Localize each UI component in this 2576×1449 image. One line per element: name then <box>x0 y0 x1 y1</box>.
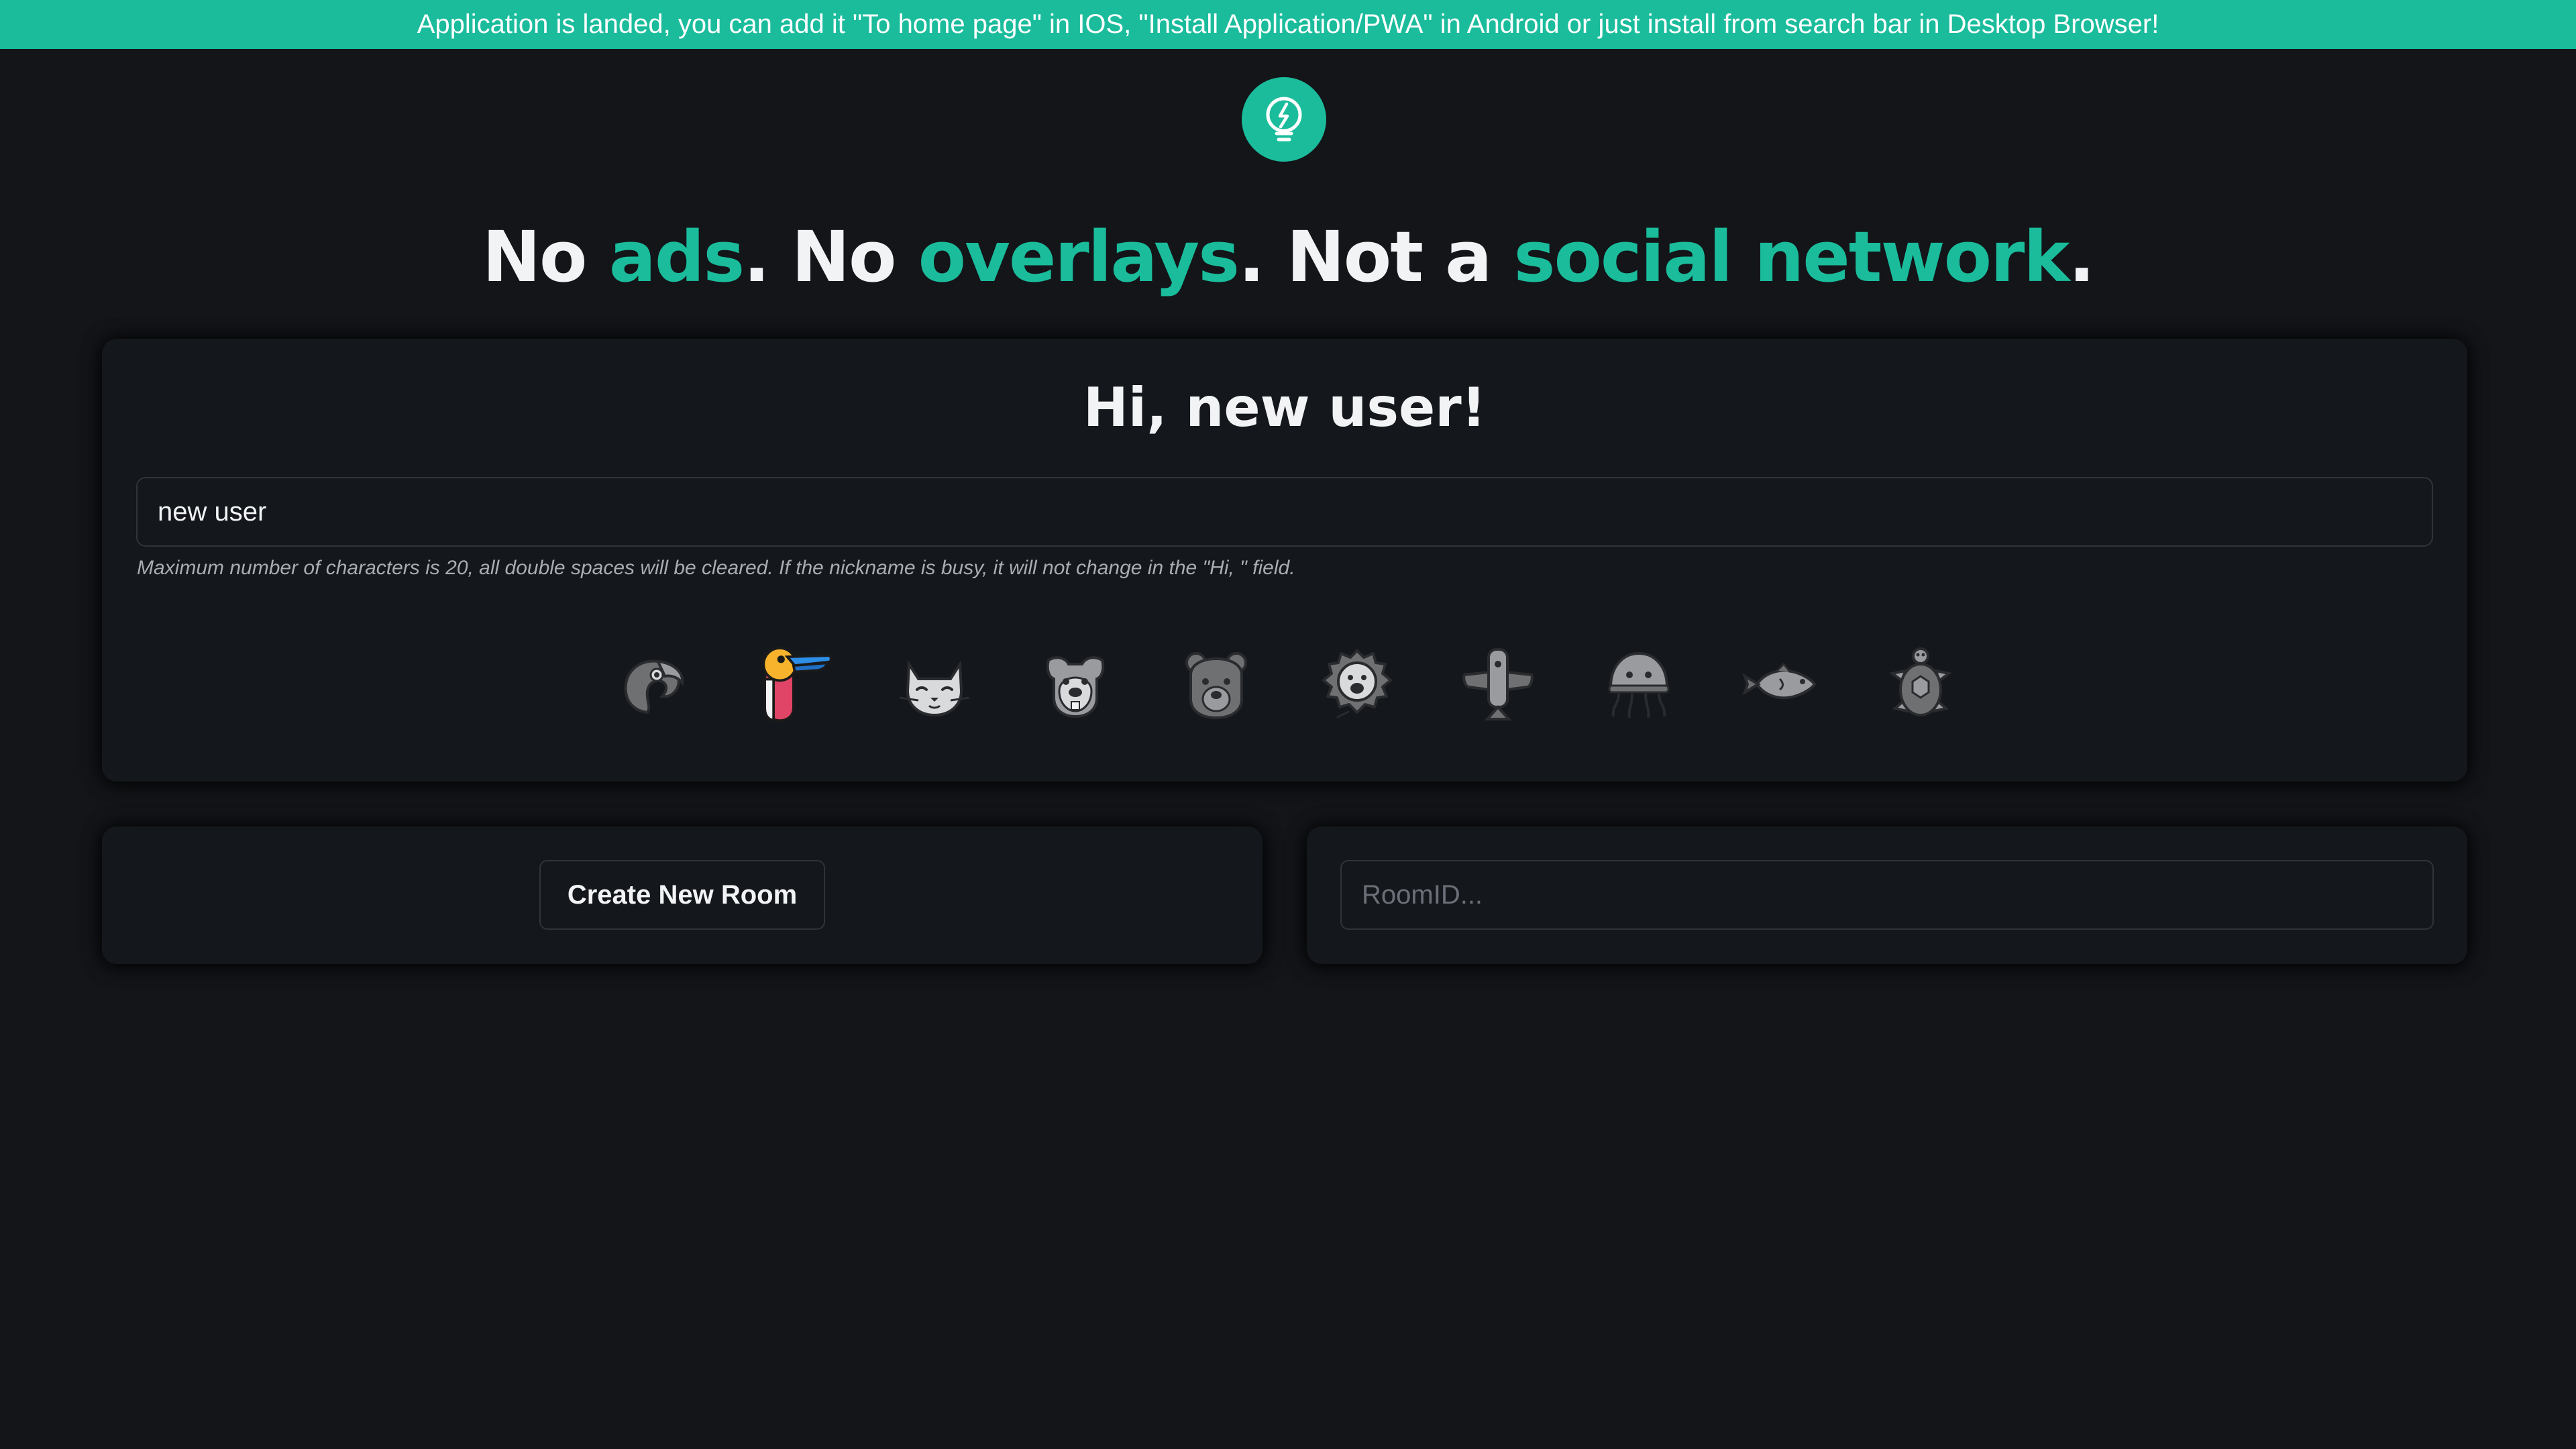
page-headline: No ads. No overlays. Not a social networ… <box>0 213 2576 301</box>
jellyfish-icon <box>1608 651 1670 718</box>
room-id-input[interactable] <box>1340 860 2434 930</box>
headline-accent-overlays: overlays <box>918 216 1240 298</box>
join-room-card <box>1307 826 2467 964</box>
avatar-option[interactable] <box>1173 634 1260 735</box>
lion-icon <box>1322 649 1392 719</box>
avatar-option[interactable] <box>608 634 695 735</box>
avatar-option[interactable] <box>1032 634 1119 735</box>
fish-icon <box>1742 662 1817 700</box>
bear-icon <box>1185 652 1247 720</box>
avatar-option[interactable] <box>1736 634 1823 735</box>
headline-part: . <box>2068 216 2095 298</box>
headline-part: . No <box>743 216 918 298</box>
avatar-option-selected[interactable] <box>749 634 836 735</box>
dog-icon <box>1046 656 1105 718</box>
create-room-button[interactable]: Create New Room <box>539 860 825 930</box>
headline-part: . Not a <box>1238 216 1514 298</box>
profile-card: Hi, new user! Maximum number of characte… <box>102 339 2467 782</box>
avatar-option[interactable] <box>1877 634 1964 735</box>
greeting-title: Hi, new user! <box>1083 376 1487 439</box>
cat-icon <box>899 659 970 717</box>
app-logo <box>1242 77 1326 162</box>
avatar-option[interactable] <box>1595 634 1682 735</box>
avatar-option[interactable] <box>1313 634 1401 735</box>
install-banner: Application is landed, you can add it "T… <box>0 0 2576 49</box>
turtle-icon <box>1889 647 1952 716</box>
avatar-option[interactable] <box>891 634 978 735</box>
lightbulb-icon <box>1266 97 1302 142</box>
headline-part: No <box>482 216 609 298</box>
headline-accent-social-network: social network <box>1513 216 2070 298</box>
avatar-picker <box>102 634 2467 735</box>
owl-icon <box>1462 648 1534 720</box>
avatar-option[interactable] <box>1454 634 1542 735</box>
parrot-icon <box>624 659 684 714</box>
nickname-input[interactable] <box>136 477 2433 547</box>
install-banner-text: Application is landed, you can add it "T… <box>417 9 2159 39</box>
create-room-card: Create New Room <box>102 826 1263 964</box>
headline-accent-ads: ads <box>608 216 745 298</box>
nickname-hint: Maximum number of characters is 20, all … <box>137 557 1295 579</box>
toucan-icon <box>762 647 833 722</box>
